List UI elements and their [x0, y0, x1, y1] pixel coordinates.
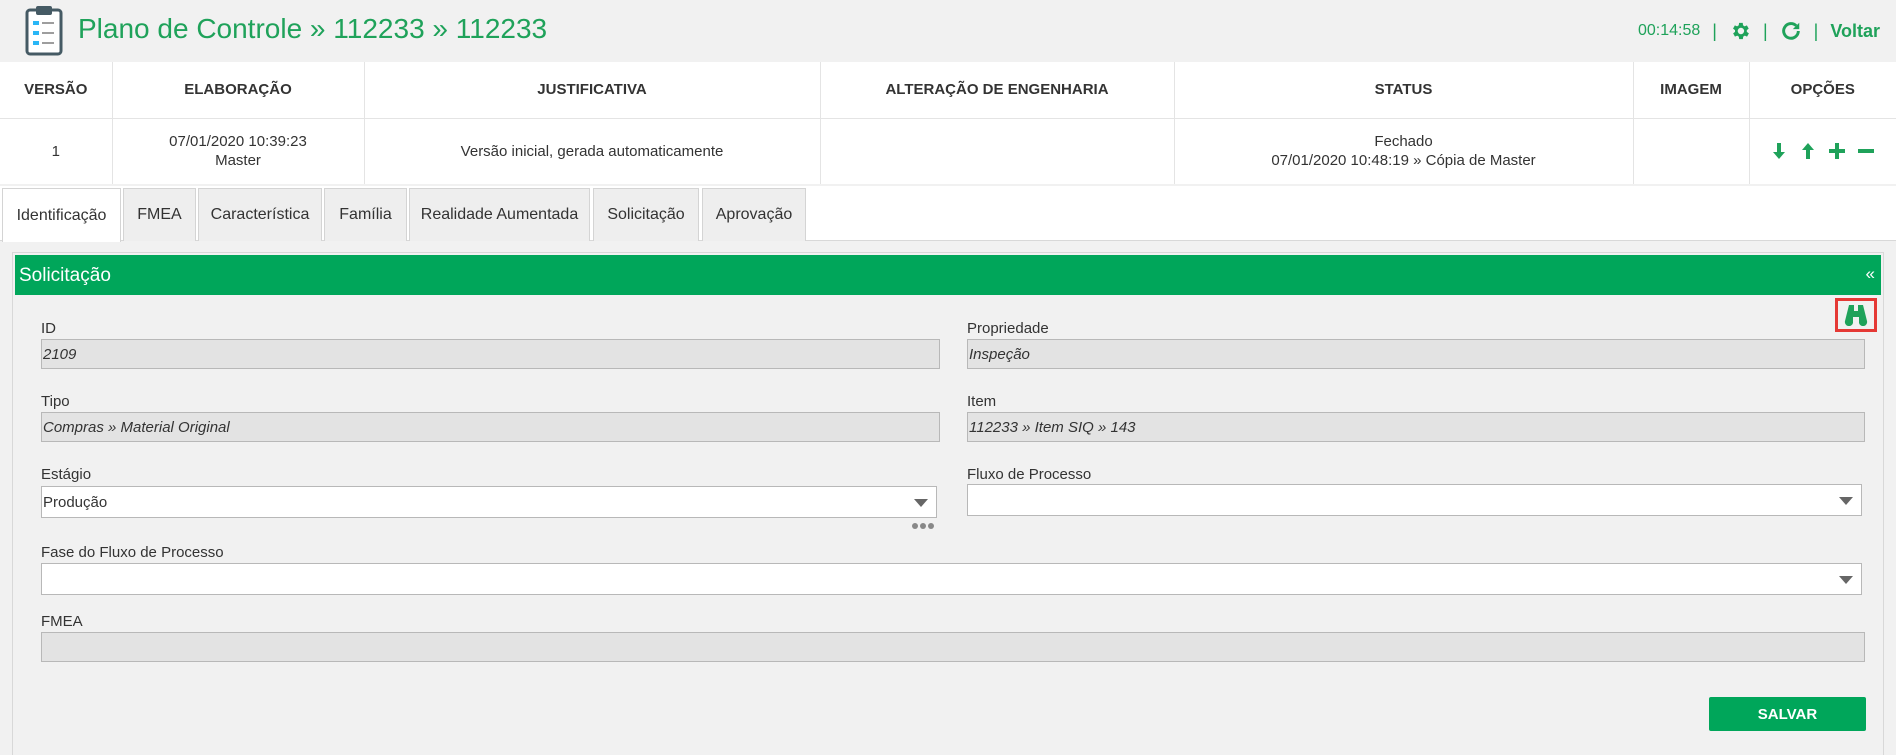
chevron-down-icon: [914, 499, 928, 507]
estagio-value: Produção: [43, 494, 108, 511]
tipo-field: Compras » Material Original: [41, 412, 940, 442]
cell-justificativa: Versão inicial, gerada automaticamente: [364, 118, 821, 184]
elaboracao-date: 07/01/2020 10:39:23: [169, 133, 307, 151]
propriedade-label: Propriedade: [967, 320, 1049, 337]
estagio-select[interactable]: Produção: [41, 486, 937, 518]
app-header: Plano de Controle » 112233 » 112233 00:1…: [0, 0, 1896, 62]
column-header-status: STATUS: [1174, 62, 1634, 119]
separator: |: [1813, 20, 1819, 41]
fmea-field: [41, 632, 1865, 662]
table-header-row: VERSÃO ELABORAÇÃO JUSTIFICATIVA ALTERAÇÃ…: [0, 62, 1896, 119]
fluxo-select[interactable]: [967, 484, 1862, 516]
id-label: ID: [41, 320, 56, 337]
separator: |: [1762, 20, 1768, 41]
status-text: Fechado: [1374, 133, 1433, 151]
more-options-icon[interactable]: [912, 523, 934, 529]
version-table: VERSÃO ELABORAÇÃO JUSTIFICATIVA ALTERAÇÃ…: [0, 62, 1896, 184]
panel-title: Solicitação: [19, 265, 111, 286]
estagio-label: Estágio: [41, 466, 92, 483]
fase-label: Fase do Fluxo de Processo: [41, 544, 224, 561]
tipo-label: Tipo: [41, 393, 70, 410]
panel-header: Solicitação «: [15, 255, 1881, 295]
tab-realidade-aumentada[interactable]: Realidade Aumentada: [409, 188, 590, 241]
tab-fmea[interactable]: FMEA: [123, 188, 196, 241]
arrow-up-icon[interactable]: [1798, 141, 1818, 161]
id-field: 2109: [41, 339, 940, 369]
column-header-opcoes: OPÇÕES: [1749, 62, 1896, 119]
page-title: Plano de Controle » 112233 » 112233: [78, 13, 548, 44]
save-button[interactable]: SALVAR: [1709, 697, 1866, 731]
refresh-icon[interactable]: [1780, 20, 1802, 42]
table-row: 1 07/01/2020 10:39:23 Master Versão inic…: [0, 118, 1896, 184]
cell-opcoes: [1749, 118, 1896, 184]
tab-solicitacao[interactable]: Solicitação: [593, 188, 699, 241]
header-toolbar: 00:14:58 | | | Voltar: [1638, 18, 1880, 44]
item-label: Item: [967, 393, 997, 410]
column-header-alteracao: ALTERAÇÃO DE ENGENHARIA: [820, 62, 1175, 119]
tab-aprovacao[interactable]: Aprovação: [702, 188, 806, 241]
collapse-icon[interactable]: «: [1866, 264, 1875, 284]
chevron-down-icon: [1839, 576, 1853, 584]
cell-status: Fechado 07/01/2020 10:48:19 » Cópia de M…: [1174, 118, 1634, 184]
cell-elaboracao: 07/01/2020 10:39:23 Master: [112, 118, 365, 184]
fluxo-label: Fluxo de Processo: [967, 466, 1092, 483]
column-header-justificativa: JUSTIFICATIVA: [364, 62, 821, 119]
tab-identificacao[interactable]: Identificação: [2, 188, 121, 242]
cell-imagem: [1633, 118, 1750, 184]
gear-icon[interactable]: [1729, 20, 1751, 42]
separator: |: [1712, 20, 1717, 41]
column-header-imagem: IMAGEM: [1633, 62, 1750, 119]
clipboard-icon: [25, 6, 63, 56]
binoculars-icon: [1844, 305, 1868, 326]
propriedade-field: Inspeção: [967, 339, 1865, 369]
fmea-label: FMEA: [41, 613, 83, 630]
elaboracao-user: Master: [215, 152, 261, 170]
status-detail: 07/01/2020 10:48:19 » Cópia de Master: [1271, 152, 1536, 170]
chevron-down-icon: [1839, 497, 1853, 505]
cell-alteracao: [820, 118, 1175, 184]
column-header-elaboracao: ELABORAÇÃO: [112, 62, 365, 119]
plus-icon[interactable]: [1827, 141, 1847, 161]
session-timer: 00:14:58: [1637, 22, 1701, 39]
fase-select[interactable]: [41, 563, 1862, 595]
tab-bar: Identificação FMEA Característica Famíli…: [0, 186, 1896, 242]
column-header-versao: VERSÃO: [0, 62, 113, 119]
cell-versao: 1: [0, 118, 113, 184]
tab-caracteristica[interactable]: Característica: [198, 188, 322, 241]
arrow-down-icon[interactable]: [1769, 141, 1789, 161]
item-field: 112233 » Item SIQ » 143: [967, 412, 1865, 442]
minus-icon[interactable]: [1856, 141, 1876, 161]
back-link[interactable]: Voltar: [1830, 21, 1880, 42]
search-button[interactable]: [1835, 298, 1877, 332]
tab-familia[interactable]: Família: [324, 188, 407, 241]
